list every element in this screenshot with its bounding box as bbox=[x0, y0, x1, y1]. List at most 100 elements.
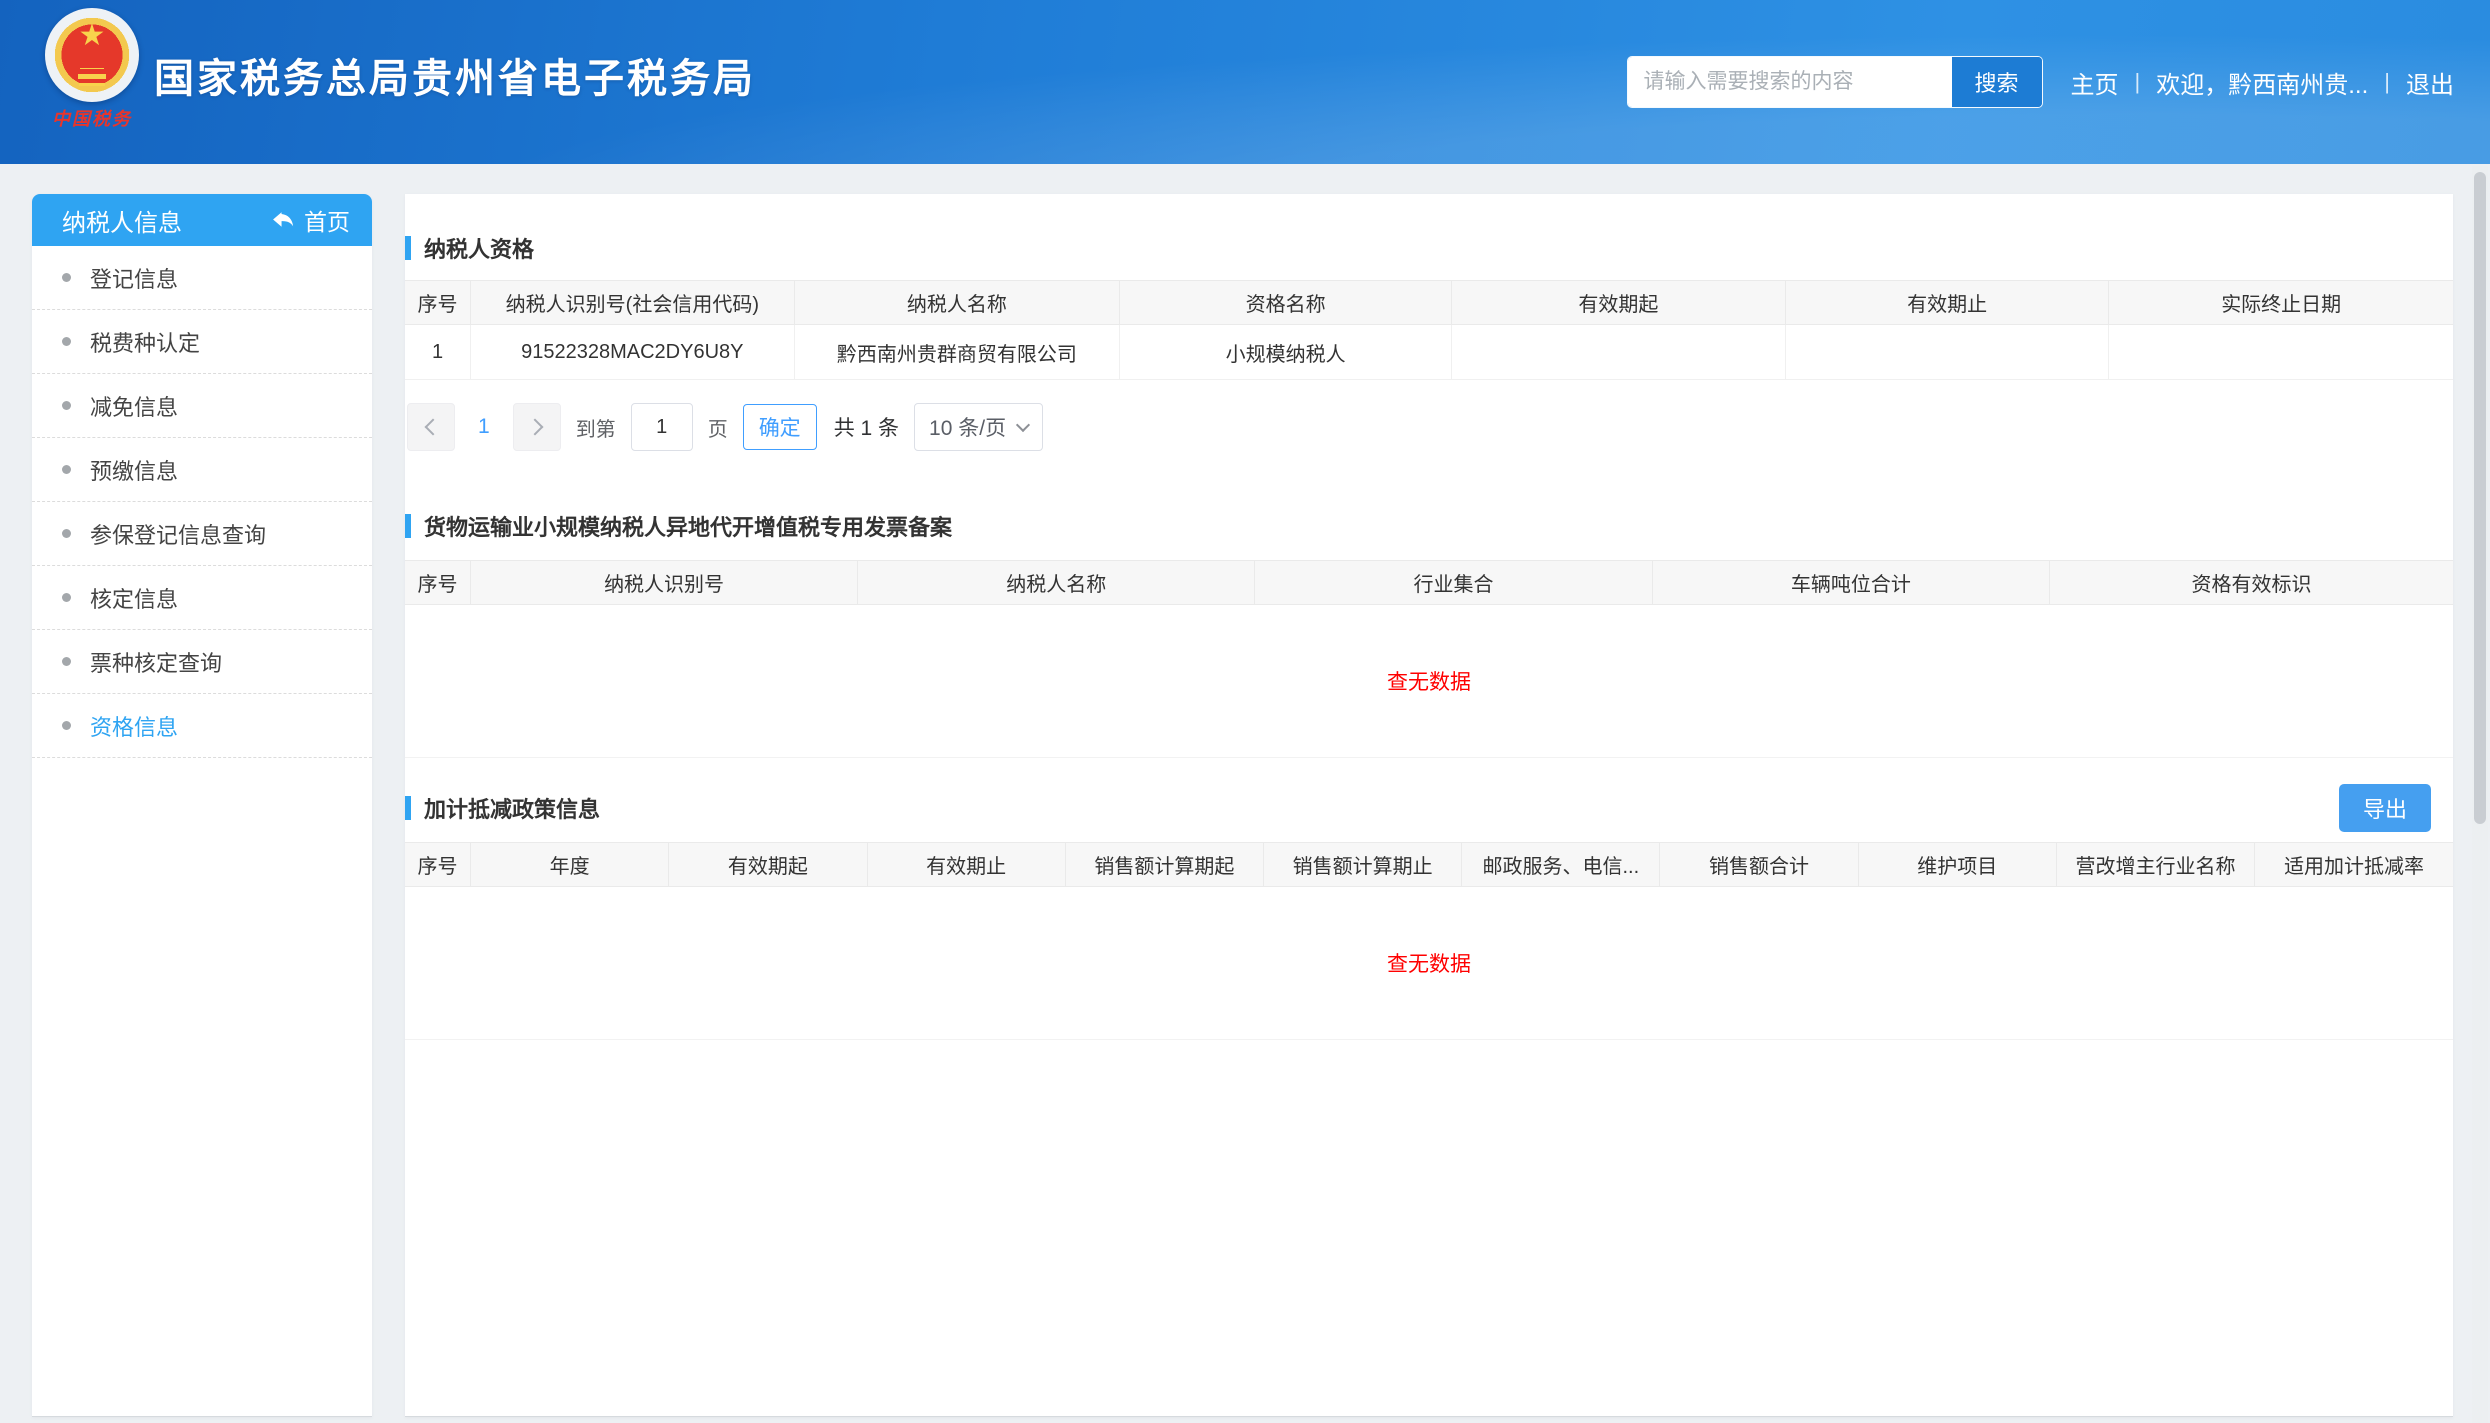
column-header: 有效期止 bbox=[1785, 281, 2109, 325]
national-tax-emblem-icon: ★ bbox=[45, 8, 139, 102]
column-header: 有效期起 bbox=[1452, 281, 1786, 325]
next-page-button[interactable] bbox=[513, 403, 561, 451]
page-title: 国家税务总局贵州省电子税务局 bbox=[154, 46, 756, 104]
sidebar-item-verification-info[interactable]: 核定信息 bbox=[32, 566, 372, 630]
gate-icon bbox=[78, 74, 106, 79]
title-accent-bar bbox=[405, 514, 411, 538]
current-page-number[interactable]: 1 bbox=[478, 415, 490, 439]
page-size-select[interactable]: 10 条/页 bbox=[914, 403, 1043, 451]
column-header: 销售额合计 bbox=[1660, 843, 1858, 887]
column-header: 销售额计算期止 bbox=[1263, 843, 1461, 887]
sidebar-item-insurance-registration-query[interactable]: 参保登记信息查询 bbox=[32, 502, 372, 566]
header-right: 搜索 主页 | 欢迎，黔西南州贵... | 退出 bbox=[1627, 56, 2454, 108]
column-header: 实际终止日期 bbox=[2109, 281, 2453, 325]
nav-divider: | bbox=[2135, 69, 2141, 95]
total-count: 共 1 条 bbox=[834, 412, 899, 442]
star-icon: ★ bbox=[79, 21, 106, 51]
search-group: 搜索 bbox=[1627, 56, 2043, 108]
cell-qualification-name: 小规模纳税人 bbox=[1120, 325, 1452, 380]
cell-taxpayer-id: 91522328MAC2DY6U8Y bbox=[471, 325, 795, 380]
bullet-icon bbox=[62, 401, 71, 410]
confirm-button[interactable]: 确定 bbox=[743, 404, 817, 450]
logo-caption: 中国税务 bbox=[34, 105, 150, 131]
goto-label: 到第 bbox=[576, 413, 616, 442]
nav-home-link[interactable]: 主页 bbox=[2071, 65, 2119, 100]
sidebar-item-invoice-type-query[interactable]: 票种核定查询 bbox=[32, 630, 372, 694]
main-panel: 纳税人资格 序号 纳税人识别号(社会信用代码) 纳税人名称 资格名称 有效期起 … bbox=[405, 194, 2453, 1417]
prev-page-button[interactable] bbox=[407, 403, 455, 451]
nav-welcome-user[interactable]: 欢迎，黔西南州贵... bbox=[2156, 65, 2368, 100]
column-header: 纳税人名称 bbox=[794, 281, 1120, 325]
column-header: 有效期止 bbox=[867, 843, 1065, 887]
sidebar-home-back-link[interactable]: 首页 bbox=[271, 203, 350, 237]
chevron-down-icon bbox=[1016, 418, 1030, 432]
column-header: 营改增主行业名称 bbox=[2056, 843, 2254, 887]
bullet-icon bbox=[62, 593, 71, 602]
nav-logout-link[interactable]: 退出 bbox=[2406, 65, 2454, 100]
page-size-value: 10 条/页 bbox=[929, 412, 1006, 442]
chevron-right-icon bbox=[526, 419, 543, 436]
column-header: 序号 bbox=[405, 843, 471, 887]
section-freight-filing-header: 货物运输业小规模纳税人异地代开增值税专用发票备案 bbox=[405, 502, 2453, 550]
scrollbar-track[interactable] bbox=[2472, 166, 2488, 1423]
sidebar-home-label: 首页 bbox=[304, 203, 350, 237]
freight-filing-table: 序号 纳税人识别号 纳税人名称 行业集合 车辆吨位合计 资格有效标识 bbox=[405, 560, 2453, 605]
column-header: 纳税人识别号(社会信用代码) bbox=[471, 281, 795, 325]
goto-page-input[interactable] bbox=[631, 403, 693, 451]
column-header: 车辆吨位合计 bbox=[1652, 561, 2049, 605]
column-header: 邮政服务、电信... bbox=[1462, 843, 1660, 887]
cell-actual-end-date bbox=[2109, 325, 2453, 380]
no-data-text: 查无数据 bbox=[1387, 666, 1471, 696]
deduction-policy-empty-area: 查无数据 bbox=[405, 887, 2453, 1040]
sidebar-item-reduction-info[interactable]: 减免信息 bbox=[32, 374, 372, 438]
sidebar-menu: 登记信息 税费种认定 减免信息 预缴信息 参保登记信息查询 核定信息 票种核定查… bbox=[32, 246, 372, 758]
no-data-text: 查无数据 bbox=[1387, 948, 1471, 978]
table-header-row: 序号 年度 有效期起 有效期止 销售额计算期起 销售额计算期止 邮政服务、电信.… bbox=[405, 843, 2453, 887]
sidebar-item-qualification-info[interactable]: 资格信息 bbox=[32, 694, 372, 758]
export-button[interactable]: 导出 bbox=[2339, 784, 2431, 832]
sidebar-item-registration-info[interactable]: 登记信息 bbox=[32, 246, 372, 310]
column-header: 适用加计抵减率 bbox=[2255, 843, 2453, 887]
column-header: 维护项目 bbox=[1858, 843, 2056, 887]
column-header: 序号 bbox=[405, 281, 471, 325]
freight-filing-empty-area: 查无数据 bbox=[405, 605, 2453, 758]
cell-seq: 1 bbox=[405, 325, 471, 380]
deduction-policy-table: 序号 年度 有效期起 有效期止 销售额计算期起 销售额计算期止 邮政服务、电信.… bbox=[405, 842, 2453, 887]
sidebar-item-tax-fee-determination[interactable]: 税费种认定 bbox=[32, 310, 372, 374]
column-header: 资格有效标识 bbox=[2049, 561, 2453, 605]
section-taxpayer-qualification-header: 纳税人资格 bbox=[405, 224, 2453, 272]
search-input[interactable] bbox=[1628, 57, 1952, 107]
section-deduction-policy-header: 加计抵减政策信息 导出 bbox=[405, 784, 2453, 832]
tax-emblem-logo: ★ 中国税务 bbox=[34, 8, 150, 131]
pagination: 1 到第 页 确定 共 1 条 10 条/页 bbox=[407, 404, 2453, 450]
chevron-left-icon bbox=[425, 419, 442, 436]
sidebar-item-prepayment-info[interactable]: 预缴信息 bbox=[32, 438, 372, 502]
bullet-icon bbox=[62, 657, 71, 666]
taxpayer-qualification-table: 序号 纳税人识别号(社会信用代码) 纳税人名称 资格名称 有效期起 有效期止 实… bbox=[405, 280, 2453, 380]
column-header: 销售额计算期起 bbox=[1065, 843, 1263, 887]
scrollbar-thumb[interactable] bbox=[2474, 172, 2486, 824]
column-header: 资格名称 bbox=[1120, 281, 1452, 325]
cell-taxpayer-name: 黔西南州贵群商贸有限公司 bbox=[794, 325, 1120, 380]
table-header-row: 序号 纳税人识别号 纳税人名称 行业集合 车辆吨位合计 资格有效标识 bbox=[405, 561, 2453, 605]
bullet-icon bbox=[62, 721, 71, 730]
nav-divider: | bbox=[2384, 69, 2390, 95]
reply-arrow-icon bbox=[271, 210, 295, 231]
bullet-icon bbox=[62, 337, 71, 346]
sidebar-panel: 纳税人信息 首页 登记信息 税费种认定 减免信息 预缴信息 参保登记信息查询 bbox=[32, 194, 372, 1417]
column-header: 行业集合 bbox=[1255, 561, 1652, 605]
section-title: 货物运输业小规模纳税人异地代开增值税专用发票备案 bbox=[405, 510, 952, 542]
title-accent-bar bbox=[405, 236, 411, 260]
bullet-icon bbox=[62, 465, 71, 474]
section-title: 纳税人资格 bbox=[405, 232, 534, 264]
bullet-icon bbox=[62, 529, 71, 538]
sidebar-header: 纳税人信息 首页 bbox=[32, 194, 372, 246]
search-button[interactable]: 搜索 bbox=[1952, 57, 2042, 107]
cell-valid-from bbox=[1452, 325, 1786, 380]
column-header: 纳税人名称 bbox=[858, 561, 1255, 605]
top-nav: 主页 | 欢迎，黔西南州贵... | 退出 bbox=[2071, 65, 2454, 100]
column-header: 序号 bbox=[405, 561, 471, 605]
app-header: ★ 中国税务 国家税务总局贵州省电子税务局 搜索 主页 | 欢迎，黔西南州贵..… bbox=[0, 0, 2490, 164]
section-title: 加计抵减政策信息 bbox=[405, 792, 600, 824]
bullet-icon bbox=[62, 273, 71, 282]
